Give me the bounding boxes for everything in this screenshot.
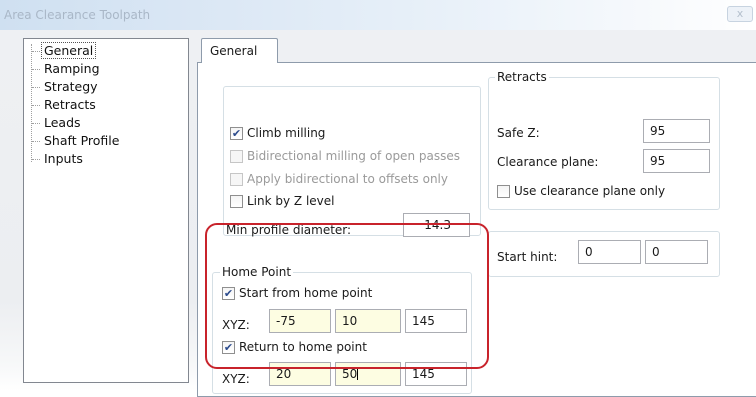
use-clearance-checkbox[interactable] <box>497 185 510 198</box>
use-clearance-label: Use clearance plane only <box>514 184 666 198</box>
return-xyz-label: XYZ: <box>222 372 250 386</box>
climb-milling-label: Climb milling <box>247 126 326 140</box>
tree-item-label: Inputs <box>44 151 83 166</box>
close-button[interactable]: x <box>727 6 753 22</box>
tree-item-label: Retracts <box>44 97 96 112</box>
bidirectional-label: Bidirectional milling of open passes <box>247 149 460 163</box>
apply-bidirectional-checkbox[interactable] <box>230 173 243 186</box>
link-by-z-checkbox[interactable] <box>230 195 243 208</box>
home-point-highlight <box>205 223 489 369</box>
safe-z-input[interactable]: 95 <box>643 119 710 143</box>
tree-item-label: Leads <box>44 115 81 130</box>
apply-bidirectional-label: Apply bidirectional to offsets only <box>247 172 448 186</box>
tree-item-label: Strategy <box>44 79 98 94</box>
tab-general[interactable]: General <box>201 38 278 63</box>
tree-item-strategy[interactable]: Strategy <box>31 78 100 96</box>
return-y-value: 50 <box>342 367 358 381</box>
safe-z-label: Safe Z: <box>497 126 540 140</box>
tree-item-general[interactable]: General <box>31 42 97 60</box>
tree-item-leads[interactable]: Leads <box>31 114 83 132</box>
bidirectional-checkbox[interactable] <box>230 150 243 163</box>
climb-milling-checkbox[interactable]: ✔ <box>230 127 243 140</box>
start-hint-x-input[interactable]: 0 <box>578 240 641 264</box>
tree-item-label: General <box>40 42 97 59</box>
tree-item-shaft-profile[interactable]: Shaft Profile <box>31 132 121 150</box>
retracts-group-title: Retracts <box>495 70 549 84</box>
start-hint-y-input[interactable]: 0 <box>645 240 708 264</box>
clearance-plane-input[interactable]: 95 <box>643 149 710 173</box>
window-title: Area Clearance Toolpath <box>4 8 151 22</box>
settings-tree: General Ramping Strategy Retracts Leads … <box>23 38 189 383</box>
tree-item-label: Ramping <box>44 61 100 76</box>
start-hint-label: Start hint: <box>497 250 558 264</box>
link-by-z-label: Link by Z level <box>247 194 335 208</box>
tree-item-ramping[interactable]: Ramping <box>31 60 102 78</box>
clearance-plane-label: Clearance plane: <box>497 155 599 169</box>
title-bar: Area Clearance Toolpath x <box>0 0 756 30</box>
tree-item-retracts[interactable]: Retracts <box>31 96 98 114</box>
tree-item-inputs[interactable]: Inputs <box>31 150 85 168</box>
tree-item-label: Shaft Profile <box>44 133 120 148</box>
